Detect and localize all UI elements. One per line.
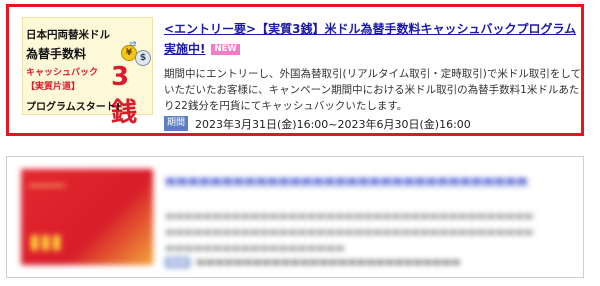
blurred-banner-big: ▮▮▮: [29, 229, 63, 253]
blurred-banner-text: ━━━━━━: [29, 181, 66, 192]
period-badge: 期間: [164, 116, 189, 131]
campaign-banner-image[interactable]: 日本円両替米ドル 為替手数料 ⇄ ¥ $ キャッシュバック 【実質片道】 3銭 …: [22, 17, 153, 128]
banner-line5: プログラムスタート!: [26, 102, 121, 113]
blurred-period: ▬▬ ▬▬▬▬▬▬▬▬▬▬▬▬▬▬▬▬▬▬▬▬▬▬▬▬▬▬▬▬: [165, 257, 460, 268]
blurred-content: ━━━━━━ ▮▮▮ ▬▬▬▬▬▬▬▬▬▬▬▬▬▬▬▬▬▬▬▬▬▬▬▬▬▬▬▬▬…: [7, 157, 583, 277]
period-dates: 2023年3月31日(金)16:00~2023年6月30日(金)16:00: [195, 117, 471, 131]
blurred-banner-image: ━━━━━━ ▮▮▮: [21, 169, 153, 265]
blurred-body: ▬▬▬▬▬▬▬▬▬▬▬▬▬▬▬▬▬▬▬▬▬▬▬▬▬▬▬▬▬▬▬▬▬▬▬▬▬▬▬ ▬…: [165, 211, 534, 254]
blurred-title: ▬▬▬▬▬▬▬▬▬▬▬▬▬▬▬▬▬▬▬▬▬▬▬▬▬▬▬▬▬▬▬▬: [165, 173, 528, 187]
banner-line4: 【実質片道】: [26, 82, 81, 92]
banner-line1: 日本円両替米ドル: [26, 29, 110, 41]
campaign-title-link[interactable]: <エントリー要>【実質3銭】米ドル為替手数料キャッシュバックプログラム実施中! N…: [164, 19, 584, 59]
banner-line2: 為替手数料: [26, 47, 87, 61]
campaign-period: 期間 2023年3月31日(金)16:00~2023年6月30日(金)16:00: [164, 115, 471, 132]
banner-line3: キャッシュバック: [26, 68, 99, 78]
campaign-card-highlighted[interactable]: 日本円両替米ドル 為替手数料 ⇄ ¥ $ キャッシュバック 【実質片道】 3銭 …: [6, 4, 584, 136]
campaign-card-blurred[interactable]: ━━━━━━ ▮▮▮ ▬▬▬▬▬▬▬▬▬▬▬▬▬▬▬▬▬▬▬▬▬▬▬▬▬▬▬▬▬…: [6, 156, 584, 278]
campaign-description: 期間中にエントリーし、外国為替取引(リアルタイム取引・定時取引)で米ドル取引をし…: [164, 68, 582, 112]
new-badge: NEW: [211, 44, 240, 55]
banner-big-text: 3銭: [111, 62, 138, 128]
